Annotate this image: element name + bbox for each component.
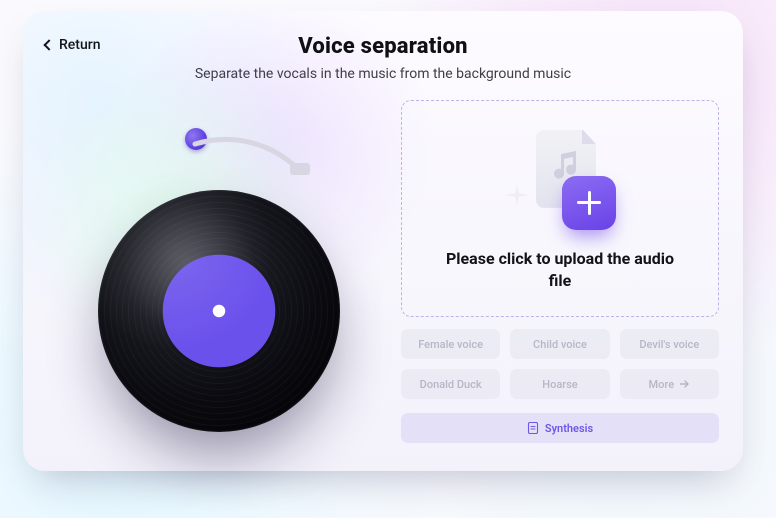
chip-label: Hoarse bbox=[542, 378, 577, 391]
right-panel: Please click to upload the audio file Fe… bbox=[401, 100, 719, 452]
plus-icon bbox=[562, 176, 616, 230]
chip-label: More bbox=[649, 378, 675, 391]
tonearm-icon bbox=[189, 138, 319, 198]
arrow-right-icon bbox=[680, 380, 690, 388]
chip-child-voice[interactable]: Child voice bbox=[510, 329, 609, 359]
chip-label: Donald Duck bbox=[420, 378, 482, 391]
app-card: Return Voice separation Separate the voc… bbox=[23, 11, 743, 471]
page-title: Voice separation bbox=[23, 34, 743, 59]
synthesis-label: Synthesis bbox=[545, 422, 593, 435]
synthesis-button[interactable]: Synthesis bbox=[401, 413, 719, 443]
chip-hoarse[interactable]: Hoarse bbox=[510, 369, 609, 399]
upload-label: Please click to upload the audio file bbox=[440, 248, 680, 291]
page-subtitle: Separate the vocals in the music from th… bbox=[23, 66, 743, 82]
turntable-illustration bbox=[63, 116, 373, 436]
upload-art bbox=[500, 126, 620, 236]
chip-label: Female voice bbox=[418, 338, 483, 351]
synthesis-icon bbox=[527, 422, 539, 434]
upload-dropzone[interactable]: Please click to upload the audio file bbox=[401, 100, 719, 317]
chip-devils-voice[interactable]: Devil's voice bbox=[620, 329, 719, 359]
voice-effect-list: Female voice Child voice Devil's voice D… bbox=[401, 329, 719, 399]
chip-female-voice[interactable]: Female voice bbox=[401, 329, 500, 359]
chip-donald-duck[interactable]: Donald Duck bbox=[401, 369, 500, 399]
vinyl-record-icon bbox=[98, 190, 340, 432]
chip-more[interactable]: More bbox=[620, 369, 719, 399]
sparkle-icon bbox=[506, 184, 528, 206]
chip-label: Devil's voice bbox=[639, 338, 699, 351]
chip-label: Child voice bbox=[533, 338, 587, 351]
